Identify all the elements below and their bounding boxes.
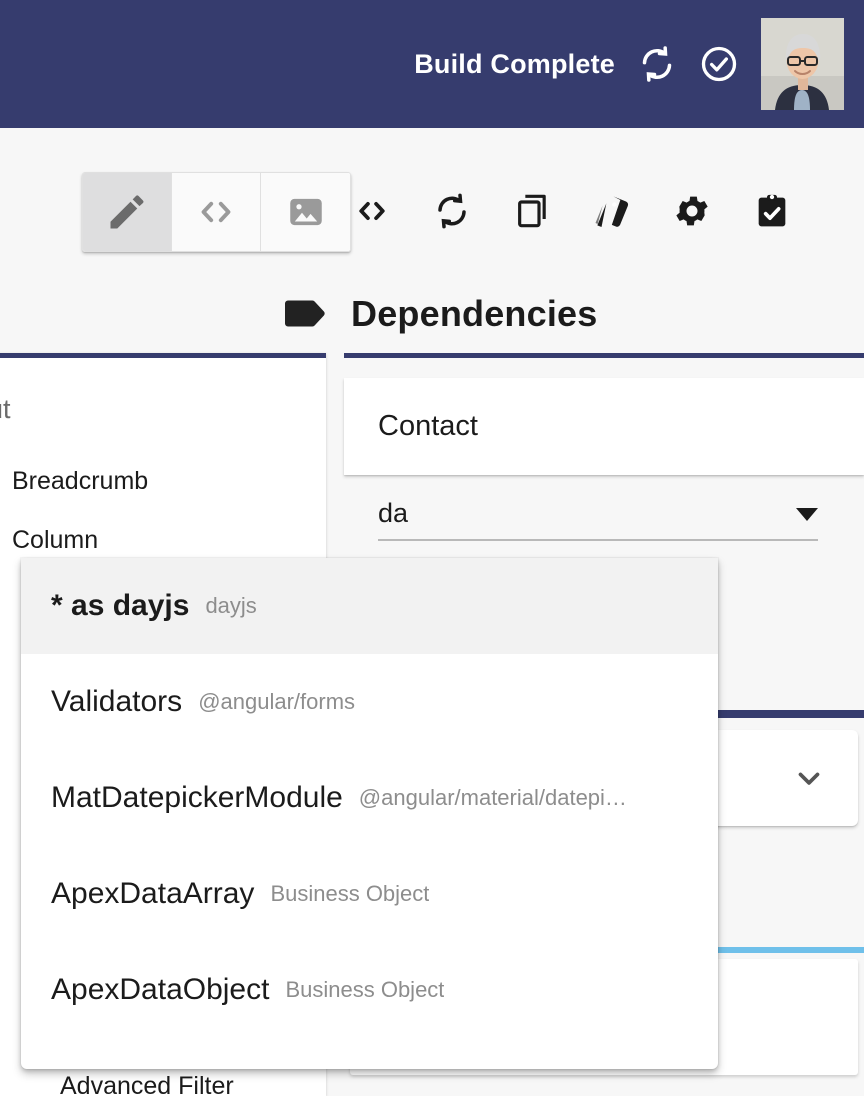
editor-toolbar bbox=[0, 128, 864, 272]
autocomplete-option[interactable]: Validators @angular/forms bbox=[21, 654, 718, 750]
list-item-label: Breadcrumb bbox=[12, 467, 149, 495]
autocomplete-option[interactable]: * as dayjs dayjs bbox=[21, 558, 718, 654]
dependency-input-wrapper[interactable]: da bbox=[378, 498, 818, 541]
page-title: Dependencies bbox=[351, 293, 598, 334]
autocomplete-option[interactable]: ApexDataArray Business Object bbox=[21, 846, 718, 942]
autocomplete-option-desc: Business Object bbox=[270, 881, 430, 906]
gear-icon bbox=[672, 191, 712, 231]
build-status-text: Build Complete bbox=[414, 48, 615, 79]
design-view-button[interactable] bbox=[83, 173, 172, 251]
list-item-label: Column bbox=[12, 526, 99, 554]
code-icon bbox=[353, 192, 391, 230]
autocomplete-option-name: Validators bbox=[51, 685, 183, 718]
theme-button[interactable] bbox=[592, 191, 632, 231]
tag-icon bbox=[283, 298, 329, 330]
left-panel-title: ut bbox=[0, 394, 11, 424]
duplicate-button[interactable] bbox=[512, 191, 552, 231]
autocomplete-option-name: ApexDataObject bbox=[51, 973, 270, 1006]
autocomplete-option-desc: @angular/forms bbox=[198, 689, 356, 714]
autocomplete-option-desc: Business Object bbox=[285, 977, 445, 1002]
list-item[interactable]: Breadcrumb bbox=[0, 452, 326, 511]
sync-icon[interactable] bbox=[637, 44, 677, 84]
tasks-button[interactable] bbox=[752, 191, 792, 231]
view-mode-toggle-group[interactable] bbox=[82, 172, 351, 252]
dependency-input[interactable]: da bbox=[378, 498, 408, 529]
dependency-field: da bbox=[378, 498, 818, 541]
pencil-icon bbox=[105, 190, 149, 234]
dependency-autocomplete-dropdown[interactable]: * as dayjs dayjs Validators @angular/for… bbox=[21, 558, 718, 1069]
refresh-button[interactable] bbox=[432, 191, 472, 231]
image-icon bbox=[285, 191, 327, 233]
sync-icon bbox=[432, 191, 472, 231]
toolbar-actions bbox=[352, 172, 792, 250]
autocomplete-option-desc: @angular/material/datepi… bbox=[358, 785, 627, 810]
list-item-advanced-filter[interactable]: Advanced Filter bbox=[60, 1072, 234, 1096]
autocomplete-option[interactable]: ApexDataObject Business Object bbox=[21, 942, 718, 1038]
contact-card[interactable]: Contact bbox=[344, 378, 864, 475]
copy-icon bbox=[512, 191, 552, 231]
settings-button[interactable] bbox=[672, 191, 712, 231]
caret-down-icon[interactable] bbox=[796, 508, 818, 521]
code-icon bbox=[194, 190, 238, 234]
source-code-button[interactable] bbox=[352, 191, 392, 231]
autocomplete-option[interactable]: MatDatepickerModule @angular/material/da… bbox=[21, 750, 718, 846]
avatar[interactable] bbox=[761, 18, 844, 110]
check-circle-icon[interactable] bbox=[699, 44, 739, 84]
autocomplete-option-name: * as dayjs bbox=[51, 589, 190, 622]
palette-icon bbox=[592, 191, 632, 231]
autocomplete-option-name: ApexDataArray bbox=[51, 877, 255, 910]
dependencies-section-header: Dependencies bbox=[283, 293, 598, 335]
contact-card-label: Contact bbox=[378, 410, 478, 442]
chevron-down-icon[interactable] bbox=[792, 761, 826, 795]
code-view-button[interactable] bbox=[172, 173, 261, 251]
autocomplete-option-name: MatDatepickerModule bbox=[51, 781, 343, 814]
top-app-bar: Build Complete bbox=[0, 0, 864, 128]
application-window: Build Complete Dependencies t Breadcrumb… bbox=[0, 0, 864, 1096]
autocomplete-option-desc: dayjs bbox=[205, 593, 257, 618]
clipboard-check-icon bbox=[752, 191, 792, 231]
preview-view-button[interactable] bbox=[261, 173, 350, 251]
